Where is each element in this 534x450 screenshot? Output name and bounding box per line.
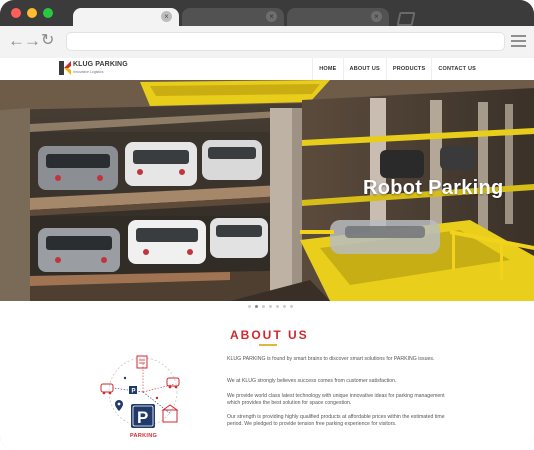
about-heading: ABOUT US — [230, 328, 309, 342]
about-paragraph: We provide world class latest technology… — [227, 393, 445, 407]
slider-dot[interactable] — [262, 305, 265, 308]
about-paragraph: Our strength is providing highly qualifi… — [227, 414, 445, 428]
site-nav: HOME ABOUT US PRODUCTS CONTACT US — [312, 58, 482, 80]
browser-window: × × × ← → ↻ KLUG PARKING Innovative Logi… — [0, 0, 534, 450]
small-parking-sign-icon: P — [132, 389, 136, 395]
browser-tab-active[interactable]: × — [73, 8, 179, 26]
browser-tab[interactable]: × — [182, 8, 284, 26]
slider-dot[interactable] — [290, 305, 293, 308]
tab-close-icon[interactable]: × — [266, 11, 277, 22]
browser-tab[interactable]: × — [287, 8, 389, 26]
logo-subtext: Innovative Logistics — [73, 70, 104, 74]
forward-arrow-icon[interactable]: → — [24, 31, 41, 51]
parking-sign-icon: P — [137, 408, 148, 427]
maximize-window-button[interactable] — [43, 8, 53, 18]
nav-products[interactable]: PRODUCTS — [385, 58, 431, 80]
nav-home[interactable]: HOME — [312, 58, 342, 80]
nav-contact-us[interactable]: CONTACT US — [431, 58, 482, 80]
illustration-label: PARKING — [130, 433, 158, 439]
slider-dot[interactable] — [269, 305, 272, 308]
new-tab-icon[interactable] — [396, 12, 416, 26]
hero-caption: Robot Parking — [363, 177, 504, 199]
about-paragraph: We at KLUG strongly believes success com… — [227, 378, 397, 384]
browser-toolbar: ← → ↻ — [0, 26, 534, 59]
heading-underline — [259, 344, 277, 346]
address-bar[interactable] — [67, 33, 504, 50]
logo-mark-icon — [59, 61, 71, 75]
slider-indicators — [248, 305, 293, 308]
logo-text: KLUG PARKING — [73, 61, 128, 68]
tab-close-icon[interactable]: × — [371, 11, 382, 22]
hamburger-menu-icon[interactable] — [511, 35, 526, 50]
minimize-window-button[interactable] — [27, 8, 37, 18]
slider-dot-active[interactable] — [255, 305, 258, 308]
slider-dot[interactable] — [276, 305, 279, 308]
about-paragraph: KLUG PARKING is found by smart brains to… — [227, 356, 435, 362]
nav-about-us[interactable]: ABOUT US — [342, 58, 386, 80]
tab-close-icon[interactable]: × — [161, 11, 172, 22]
reload-icon[interactable]: ↻ — [41, 31, 54, 51]
browser-titlebar: × × × — [0, 0, 534, 26]
web-page: KLUG PARKING Innovative Logistics HOME A… — [0, 58, 534, 450]
slider-dot[interactable] — [283, 305, 286, 308]
parking-illustration: P P — [100, 355, 180, 428]
back-arrow-icon[interactable]: ← — [8, 31, 25, 51]
slider-dot[interactable] — [248, 305, 251, 308]
close-window-button[interactable] — [11, 8, 21, 18]
site-header: KLUG PARKING Innovative Logistics HOME A… — [0, 58, 534, 81]
hero-slider: Robot Parking — [0, 80, 534, 301]
